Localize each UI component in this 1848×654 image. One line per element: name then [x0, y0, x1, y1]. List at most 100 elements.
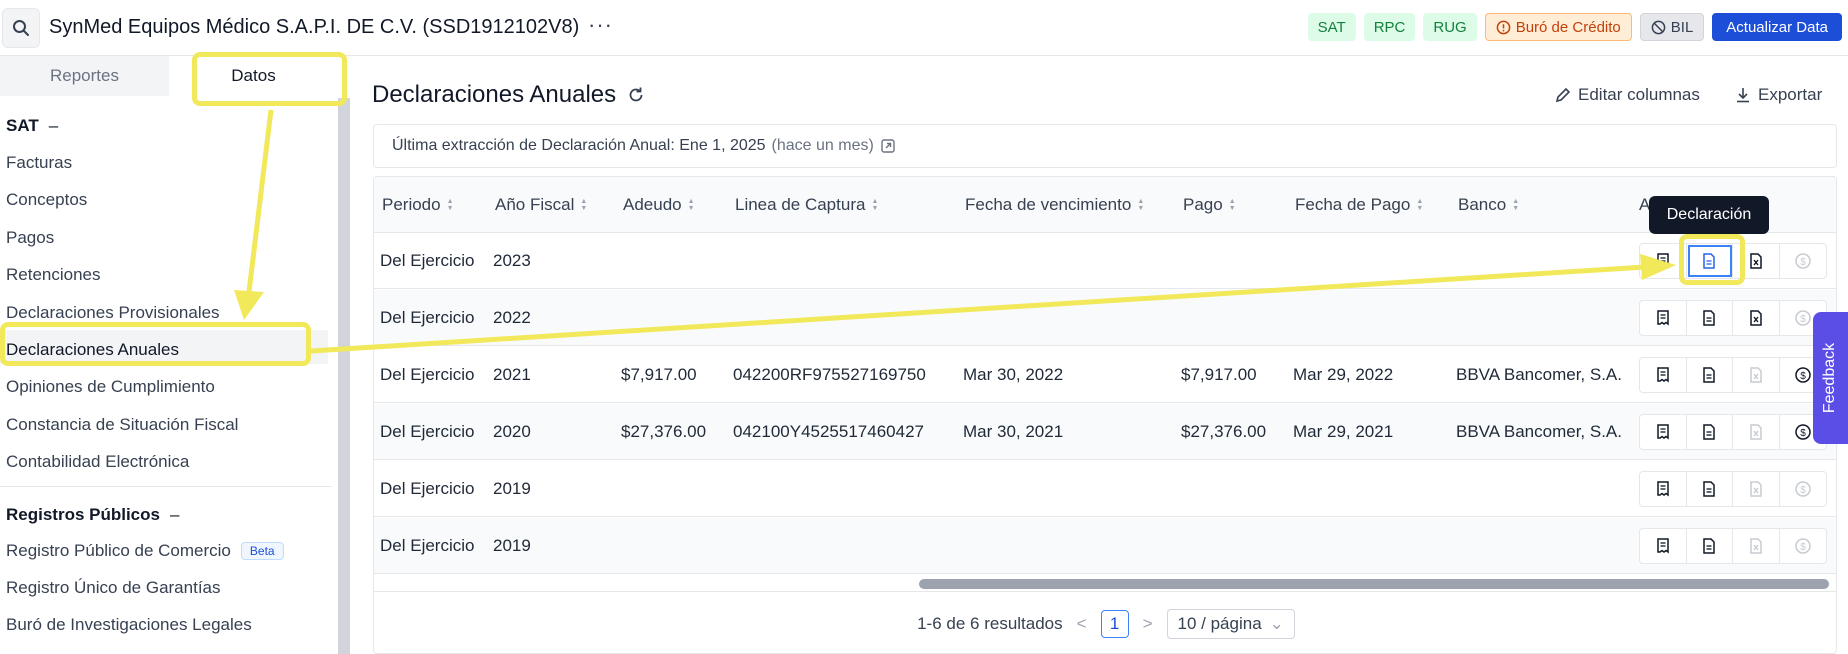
cell-periodo: Del Ejercicio [380, 479, 475, 498]
edit-columns-button[interactable]: Editar columnas [1554, 85, 1700, 105]
acuse-button[interactable] [1640, 358, 1687, 392]
row-actions: $ [1639, 300, 1827, 336]
dollar-circle-icon: $ [1794, 480, 1812, 498]
file-x-icon [1747, 423, 1765, 441]
sidebar-item-conceptos[interactable]: Conceptos [6, 190, 87, 210]
horizontal-scrollbar[interactable] [919, 579, 1829, 589]
acuse-button[interactable] [1640, 301, 1687, 335]
last-extraction-text: Última extracción de Declaración Anual: … [392, 137, 766, 154]
sidebar-item-declaraciones-provisionales[interactable]: Declaraciones Provisionales [6, 303, 220, 323]
document-icon [1700, 309, 1718, 327]
table-row: Del Ejercicio 2020 $27,376.00 042100Y452551… [374, 404, 1836, 460]
export-label: Exportar [1758, 85, 1823, 104]
declaracion-button[interactable] [1687, 529, 1733, 563]
prev-page-button[interactable]: < [1077, 614, 1087, 634]
ban-icon [1651, 20, 1666, 34]
table-row: Del Ejercicio 2019 $ [374, 461, 1836, 517]
cell-banco: BBVA Bancomer, S.A. [1456, 422, 1622, 441]
sort-icon: ▲ ▼ [446, 198, 454, 212]
alert-circle-icon [1496, 20, 1511, 34]
dollar-circle-icon: $ [1794, 366, 1812, 384]
column-adeudo[interactable]: Adeudo ▲ ▼ [623, 195, 695, 215]
declaracion-button[interactable] [1687, 358, 1733, 392]
dollar-circle-icon: $ [1794, 252, 1812, 270]
acuse-button[interactable] [1640, 529, 1687, 563]
tag-sat-label: SAT [1317, 18, 1346, 36]
cell-fecha-pago: Mar 29, 2021 [1293, 422, 1394, 441]
cell-vencimiento: Mar 30, 2021 [963, 422, 1064, 441]
table-row: Del Ejercicio 2019 $ [374, 518, 1836, 574]
next-page-button[interactable]: > [1143, 614, 1153, 634]
edit-columns-label: Editar columnas [1578, 85, 1700, 104]
column-fecha-vencimiento[interactable]: Fecha de vencimiento ▲ ▼ [965, 195, 1144, 215]
pdf-button [1733, 472, 1780, 506]
sidebar-item-retenciones[interactable]: Retenciones [6, 265, 101, 285]
refresh-data-button[interactable]: Actualizar Data [1712, 13, 1842, 41]
download-icon [1737, 88, 1749, 103]
column-label: Linea de Captura [735, 195, 866, 214]
document-icon [1700, 480, 1718, 498]
sidebar-item-opiniones[interactable]: Opiniones de Cumplimiento [6, 377, 215, 397]
tooltip: Declaración [1649, 196, 1769, 234]
declaracion-button[interactable] [1687, 415, 1733, 449]
highlight-datos-tab [192, 52, 347, 106]
more-options-button[interactable]: ··· [588, 14, 613, 36]
section-sat-header[interactable]: SAT – [6, 116, 58, 136]
tag-rug[interactable]: RUG [1423, 13, 1477, 41]
sidebar-item-contabilidad[interactable]: Contabilidad Electrónica [6, 452, 189, 472]
sidebar-scrollbar[interactable] [338, 98, 350, 654]
pagination: 1-6 de 6 resultados < 1 > 10 / página ⌄ [374, 591, 1836, 653]
column-banco[interactable]: Banco ▲ ▼ [1458, 195, 1519, 215]
sidebar-item-pagos[interactable]: Pagos [6, 228, 54, 248]
pencil-icon [1555, 87, 1571, 103]
column-pago[interactable]: Pago ▲ ▼ [1183, 195, 1236, 215]
external-link-icon[interactable] [880, 138, 896, 154]
column-label: Periodo [382, 195, 441, 214]
page-size-select[interactable]: 10 / página ⌄ [1166, 608, 1295, 639]
column-anio-fiscal[interactable]: Año Fiscal ▲ ▼ [495, 195, 587, 215]
page-1-button[interactable]: 1 [1100, 609, 1129, 638]
sidebar-item-facturas[interactable]: Facturas [6, 153, 72, 173]
cell-vencimiento: Mar 30, 2022 [963, 365, 1064, 384]
sidebar-item-registro-unico-garantias[interactable]: Registro Único de Garantías [6, 578, 221, 598]
tag-rpc[interactable]: RPC [1363, 13, 1416, 41]
column-fecha-pago[interactable]: Fecha de Pago ▲ ▼ [1295, 195, 1423, 215]
pagination-summary: 1-6 de 6 resultados [917, 613, 1063, 633]
tag-sat[interactable]: SAT [1307, 13, 1356, 41]
search-button[interactable] [2, 8, 40, 48]
tag-buro-credito[interactable]: Buró de Crédito [1484, 13, 1632, 41]
cell-fecha-pago: Mar 29, 2022 [1293, 365, 1394, 384]
declaracion-button[interactable] [1687, 301, 1733, 335]
payment-button: $ [1780, 529, 1826, 563]
cell-linea: 042200RF975527169750 [733, 365, 926, 384]
tag-rpc-label: RPC [1373, 18, 1406, 36]
receipt-icon [1654, 480, 1672, 498]
export-button[interactable]: Exportar [1734, 85, 1822, 105]
sort-icon: ▲ ▼ [871, 198, 879, 212]
sidebar-item-buro-investigaciones[interactable]: Buró de Investigaciones Legales [6, 615, 252, 635]
pdf-button[interactable] [1733, 301, 1780, 335]
sidebar-item-registro-publico-comercio[interactable]: Registro Público de Comercio Beta [6, 541, 284, 561]
cell-anio: 2019 [493, 536, 531, 555]
feedback-button[interactable]: Feedback [1813, 312, 1848, 444]
tag-bil[interactable]: BIL [1639, 13, 1705, 41]
column-linea-captura[interactable]: Linea de Captura ▲ ▼ [735, 195, 878, 215]
cell-pago: $27,376.00 [1181, 422, 1267, 441]
acuse-button[interactable] [1640, 415, 1687, 449]
column-label: Pago [1183, 195, 1223, 214]
declaracion-button[interactable] [1687, 472, 1733, 506]
row-actions: $ [1639, 357, 1827, 393]
svg-text:$: $ [1800, 257, 1806, 268]
column-label: Banco [1458, 195, 1507, 214]
acuse-button[interactable] [1640, 472, 1687, 506]
beta-badge: Beta [240, 542, 284, 560]
sidebar-item-constancia[interactable]: Constancia de Situación Fiscal [6, 415, 238, 435]
column-periodo[interactable]: Periodo ▲ ▼ [382, 195, 454, 215]
refresh-icon[interactable] [626, 85, 646, 105]
receipt-icon [1654, 252, 1672, 270]
section-registros-header[interactable]: Registros Públicos – [6, 505, 179, 525]
declaraciones-table: Periodo ▲ ▼ Año Fiscal ▲ ▼ Adeudo ▲ ▼ Linea de… [373, 176, 1837, 654]
file-x-icon [1747, 480, 1765, 498]
svg-text:$: $ [1800, 428, 1806, 439]
tab-reportes[interactable]: Reportes [0, 56, 169, 96]
